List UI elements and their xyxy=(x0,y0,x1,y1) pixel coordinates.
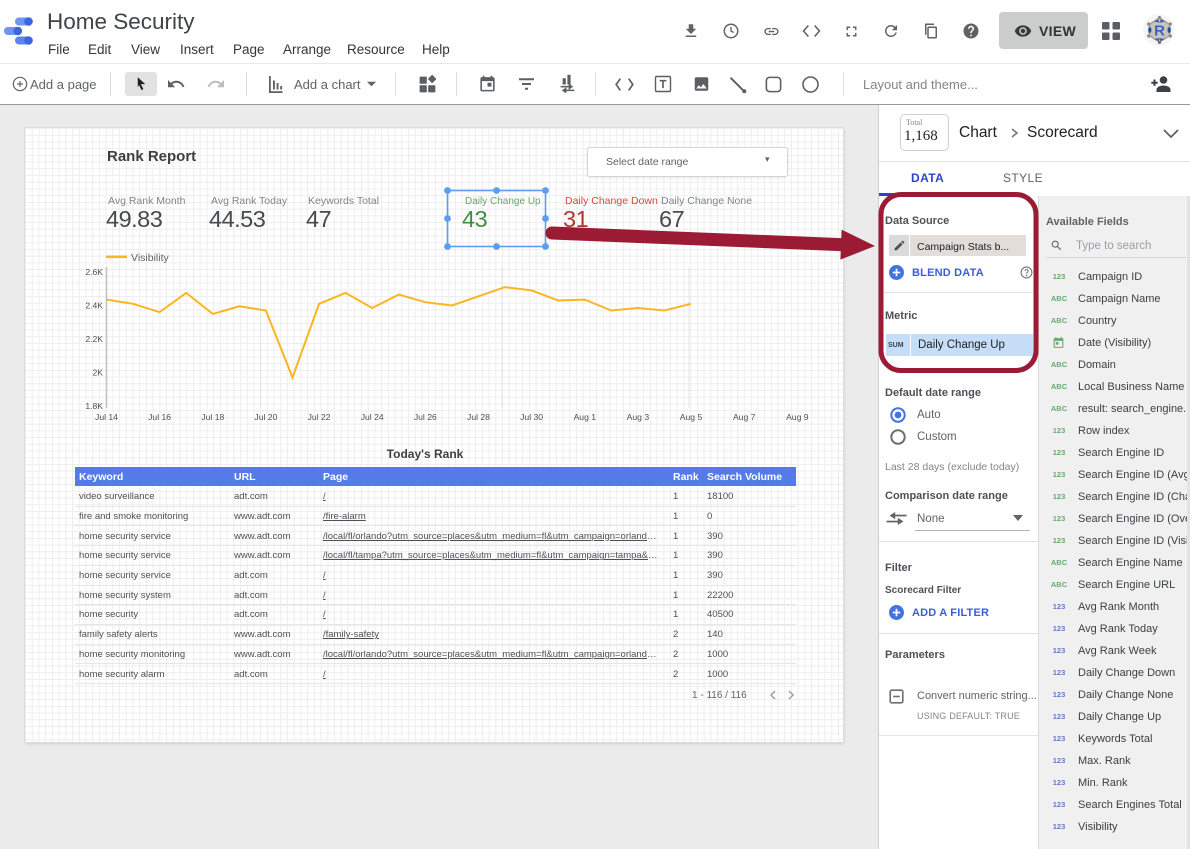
svg-text:Jul 14: Jul 14 xyxy=(95,412,118,422)
svg-text:R: R xyxy=(1154,23,1165,40)
svg-text:Aug 7: Aug 7 xyxy=(733,412,756,422)
svg-text:Jul 30: Jul 30 xyxy=(520,412,543,422)
svg-text:2.4K: 2.4K xyxy=(85,301,103,311)
svg-text:Jul 22: Jul 22 xyxy=(308,412,331,422)
svg-text:Jul 20: Jul 20 xyxy=(254,412,277,422)
svg-text:Aug 3: Aug 3 xyxy=(627,412,650,422)
svg-text:Aug 5: Aug 5 xyxy=(680,412,703,422)
svg-text:Aug 1: Aug 1 xyxy=(574,412,597,422)
svg-text:Jul 24: Jul 24 xyxy=(361,412,384,422)
svg-text:Aug 9: Aug 9 xyxy=(786,412,809,422)
svg-text:Jul 28: Jul 28 xyxy=(467,412,490,422)
svg-text:1.8K: 1.8K xyxy=(85,401,103,411)
svg-text:2.2K: 2.2K xyxy=(85,334,103,344)
svg-text:Jul 18: Jul 18 xyxy=(201,412,224,422)
svg-text:2K: 2K xyxy=(92,368,103,378)
svg-text:Visibility: Visibility xyxy=(131,252,169,264)
svg-text:2.6K: 2.6K xyxy=(85,267,103,277)
svg-text:Jul 26: Jul 26 xyxy=(414,412,437,422)
svg-text:Jul 16: Jul 16 xyxy=(148,412,171,422)
